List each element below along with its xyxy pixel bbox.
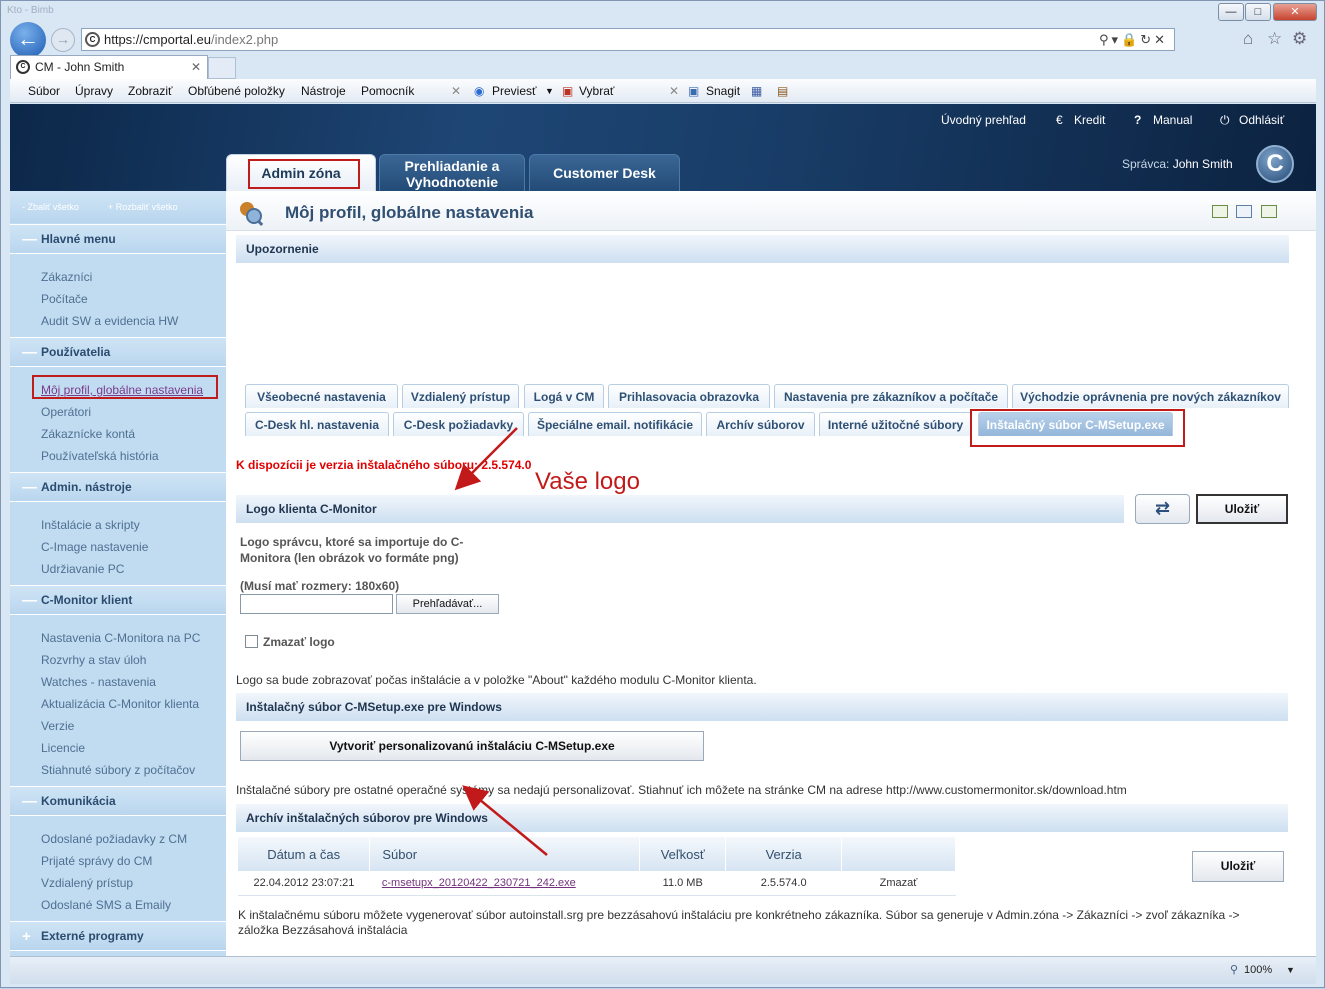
- browser-window: Kto - Bimb — □ ✕ ← → C https://cmportal.…: [0, 0, 1325, 988]
- zoom-level[interactable]: 100%: [1244, 957, 1272, 984]
- status-bar: ⚲ 100% ▼: [10, 956, 1316, 984]
- zoom-chevron-icon[interactable]: ▼: [1286, 957, 1295, 984]
- arrow-to-file: [462, 785, 548, 856]
- arrow-to-browse: [454, 427, 518, 491]
- annotation-arrows: [454, 427, 548, 856]
- zoom-icon: ⚲: [1230, 964, 1239, 976]
